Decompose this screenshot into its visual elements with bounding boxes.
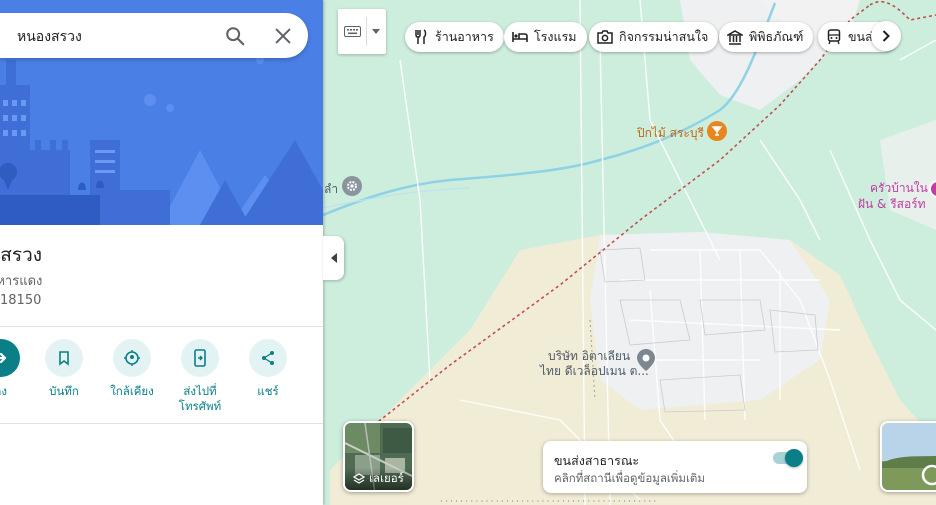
transit-toggle-knob bbox=[785, 449, 803, 467]
street-view-photo bbox=[882, 423, 936, 490]
search-input[interactable]: หนองสรวง bbox=[17, 26, 82, 48]
layers-label-bar: เลเยอร์ bbox=[345, 468, 412, 490]
chip-museums[interactable]: พิพิธภัณฑ์ bbox=[719, 22, 814, 52]
send-to-phone-label-line1: ส่งไปที่ bbox=[183, 384, 217, 398]
chip-hotels-label: โรงแรม bbox=[534, 29, 577, 44]
send-to-phone-label-line2: โทรศัพท์ bbox=[178, 399, 222, 413]
dropdown-caret-icon[interactable] bbox=[372, 29, 380, 34]
transit-card-title: ขนส่งสาธารณะ bbox=[554, 453, 640, 468]
edge-label: ลำ bbox=[324, 182, 339, 196]
chip-things-to-do-label: กิจกรรมน่าสนใจ bbox=[619, 29, 709, 44]
restaurant-icon bbox=[415, 29, 427, 44]
layers-label: เลเยอร์ bbox=[369, 471, 404, 485]
bookmark-icon bbox=[59, 351, 69, 366]
transit-icon bbox=[827, 29, 841, 45]
send-to-phone-label: ส่งไปที่ โทรศัพท์ bbox=[165, 384, 235, 414]
chip-hotels[interactable]: โรงแรม bbox=[504, 22, 587, 52]
directions-icon bbox=[0, 352, 7, 364]
place-subtitle: งิหารแดง bbox=[0, 274, 43, 289]
place-panel: หนองสรวง งสรวง งิหารแดง 18150 าง บันทึก … bbox=[0, 0, 323, 505]
save-label: บันทึก bbox=[49, 384, 79, 398]
search-icon[interactable] bbox=[224, 25, 246, 47]
nearby-button[interactable]: ใกล้เคียง bbox=[97, 339, 167, 399]
poi-marker-orange[interactable] bbox=[707, 121, 727, 141]
share-icon bbox=[262, 351, 274, 365]
search-box[interactable]: หนองสรวง bbox=[0, 13, 308, 58]
close-icon[interactable] bbox=[272, 25, 294, 47]
send-to-phone-icon bbox=[194, 349, 206, 367]
chip-things-to-do[interactable]: กิจกรรมน่าสนใจ bbox=[589, 22, 719, 52]
poi-label-pink-2[interactable]: ฝัน & รีสอร์ท bbox=[858, 195, 926, 214]
gear-icon bbox=[347, 181, 357, 191]
divider-top bbox=[0, 326, 323, 327]
poi-label-orange[interactable]: ปิกไม้ สระบุรี bbox=[637, 124, 704, 143]
input-tools-divider bbox=[366, 17, 367, 46]
chevron-right-icon bbox=[882, 30, 890, 42]
poi-marker-gear[interactable] bbox=[342, 176, 362, 196]
collapse-panel-button[interactable] bbox=[323, 236, 344, 280]
transit-toggle-switch[interactable] bbox=[773, 449, 803, 467]
museum-icon bbox=[727, 29, 743, 45]
divider-bottom bbox=[0, 423, 323, 424]
chip-transit-label: ขนส่ bbox=[848, 29, 873, 44]
share-label: แชร์ bbox=[257, 384, 279, 398]
send-to-phone-button[interactable]: ส่งไปที่ โทรศัพท์ bbox=[165, 339, 235, 414]
layers-icon bbox=[353, 473, 366, 484]
caret-left-icon bbox=[330, 253, 337, 263]
hotel-icon bbox=[512, 32, 528, 42]
chip-restaurants[interactable]: ร้านอาหาร bbox=[405, 22, 504, 52]
input-tools-button[interactable] bbox=[338, 9, 386, 54]
poi-label-gray-2[interactable]: ไทย ดีเวล็อปเมน ต... bbox=[540, 362, 649, 381]
map-footer-attribution: · · · · · · · · · · · · · · · · · · · · … bbox=[440, 499, 657, 505]
chip-museums-label: พิพิธภัณฑ์ bbox=[749, 29, 804, 44]
drink-icon bbox=[711, 126, 723, 136]
layers-button[interactable]: เลเยอร์ bbox=[343, 421, 414, 492]
camera-icon bbox=[597, 30, 613, 44]
street-view-thumbnail[interactable] bbox=[880, 421, 936, 492]
share-button[interactable]: แชร์ bbox=[233, 339, 303, 399]
nearby-icon bbox=[124, 350, 140, 366]
chip-restaurants-label: ร้านอาหาร bbox=[435, 29, 494, 44]
keyboard-icon bbox=[344, 26, 361, 37]
chips-next-button[interactable] bbox=[871, 21, 901, 51]
place-postal-code: 18150 bbox=[0, 293, 42, 308]
nearby-label: ใกล้เคียง bbox=[110, 384, 154, 398]
save-button[interactable]: บันทึก bbox=[29, 339, 99, 399]
transit-card-subtitle: คลิกที่สถานีเพื่อดูข้อมูลเพิ่มเติม bbox=[554, 471, 705, 485]
place-title: งสรวง bbox=[0, 244, 43, 266]
transit-toggle-card[interactable]: ขนส่งสาธารณะ คลิกที่สถานีเพื่อดูข้อมูลเพ… bbox=[543, 441, 807, 493]
